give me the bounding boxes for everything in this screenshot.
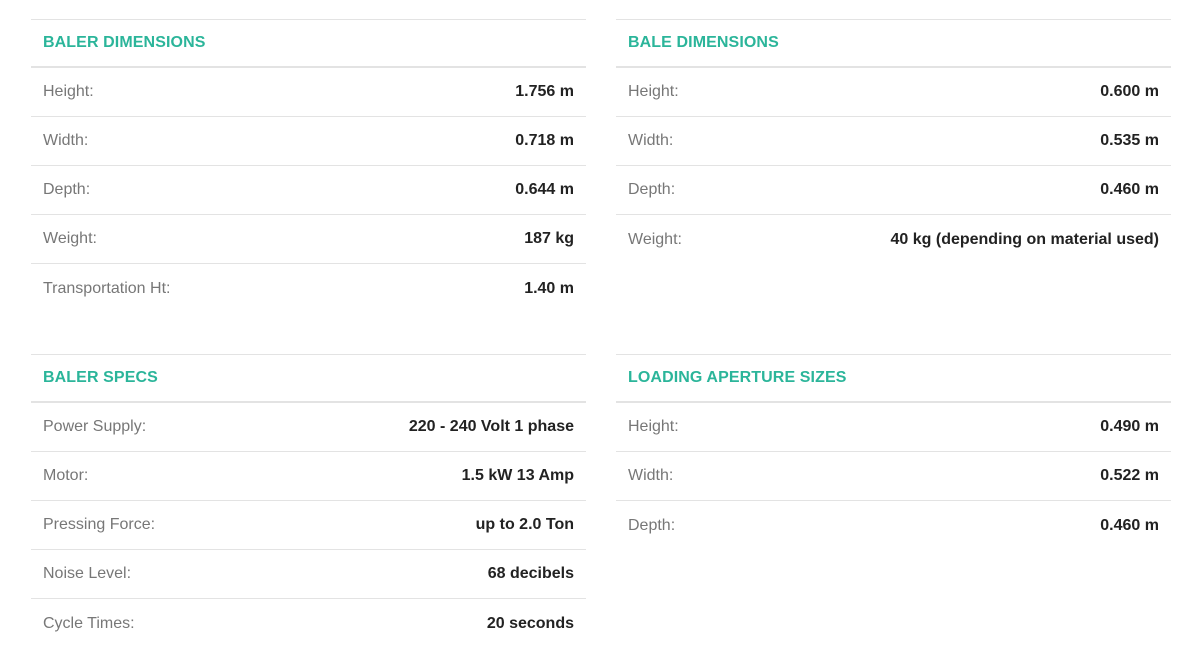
table-row: Cycle Times: 20 seconds [31, 599, 586, 648]
row-label: Width: [628, 467, 674, 484]
row-label: Height: [628, 83, 679, 100]
row-label: Noise Level: [43, 565, 132, 582]
table-row: Power Supply: 220 - 240 Volt 1 phase [31, 403, 586, 452]
table-row: Height: 0.490 m [616, 403, 1171, 452]
row-value: 0.460 m [1100, 516, 1159, 534]
table-row: Transportation Ht: 1.40 m [31, 264, 586, 313]
row-value: 1.5 kW 13 Amp [461, 467, 574, 484]
row-label: Power Supply: [43, 418, 147, 435]
row-value: 0.644 m [515, 181, 574, 198]
table-title: BALER SPECS [43, 369, 158, 386]
row-value: 68 decibels [487, 565, 574, 582]
table-row: Depth: 0.644 m [31, 166, 586, 215]
table-row: Width: 0.522 m [616, 452, 1171, 501]
table-row: Height: 1.756 m [31, 68, 586, 117]
table-title: BALE DIMENSIONS [628, 34, 779, 51]
table-header: BALER DIMENSIONS [31, 19, 586, 68]
table-row: Height: 0.600 m [616, 68, 1171, 117]
row-value: 1.40 m [524, 279, 574, 297]
row-value: 0.522 m [1100, 467, 1159, 484]
table-row: Weight: 187 kg [31, 215, 586, 264]
table-row: Depth: 0.460 m [616, 166, 1171, 215]
table-header: BALE DIMENSIONS [616, 19, 1171, 68]
row-value: 187 kg [524, 230, 574, 247]
row-value: 40 kg (depending on material used) [890, 230, 1160, 248]
table-header: LOADING APERTURE SIZES [616, 354, 1171, 403]
row-value: 220 - 240 Volt 1 phase [408, 418, 574, 435]
row-value: 20 seconds [486, 614, 574, 632]
row-value: up to 2.0 Ton [475, 516, 574, 533]
table-title: LOADING APERTURE SIZES [628, 369, 847, 386]
row-label: Motor: [43, 467, 89, 484]
table-row: Depth: 0.460 m [616, 501, 1171, 550]
table-row: Width: 0.718 m [31, 117, 586, 166]
loading-aperture-sizes-table: LOADING APERTURE SIZES Height: 0.490 m W… [616, 354, 1171, 550]
table-row: Motor: 1.5 kW 13 Amp [31, 452, 586, 501]
row-value: 0.460 m [1100, 181, 1159, 198]
row-label: Pressing Force: [43, 516, 156, 533]
table-row: Width: 0.535 m [616, 117, 1171, 166]
table-row: Noise Level: 68 decibels [31, 550, 586, 599]
row-label: Depth: [628, 516, 676, 534]
baler-specs-table: BALER SPECS Power Supply: 220 - 240 Volt… [31, 354, 586, 648]
row-value: 0.718 m [515, 132, 574, 149]
table-row: Weight: 40 kg (depending on material use… [616, 215, 1171, 264]
row-label: Height: [43, 83, 94, 100]
row-value: 0.490 m [1100, 418, 1159, 435]
bale-dimensions-table: BALE DIMENSIONS Height: 0.600 m Width: 0… [616, 19, 1171, 264]
row-label: Width: [43, 132, 89, 149]
table-header: BALER SPECS [31, 354, 586, 403]
table-title: BALER DIMENSIONS [43, 34, 206, 51]
row-label: Weight: [43, 230, 97, 247]
row-value: 0.600 m [1100, 83, 1159, 100]
row-label: Weight: [628, 230, 682, 248]
row-label: Width: [628, 132, 674, 149]
row-label: Transportation Ht: [43, 279, 171, 297]
row-value: 0.535 m [1100, 132, 1159, 149]
baler-dimensions-table: BALER DIMENSIONS Height: 1.756 m Width: … [31, 19, 586, 313]
row-label: Height: [628, 418, 679, 435]
row-value: 1.756 m [515, 83, 574, 100]
row-label: Depth: [628, 181, 676, 198]
row-label: Cycle Times: [43, 614, 135, 632]
table-row: Pressing Force: up to 2.0 Ton [31, 501, 586, 550]
row-label: Depth: [43, 181, 91, 198]
